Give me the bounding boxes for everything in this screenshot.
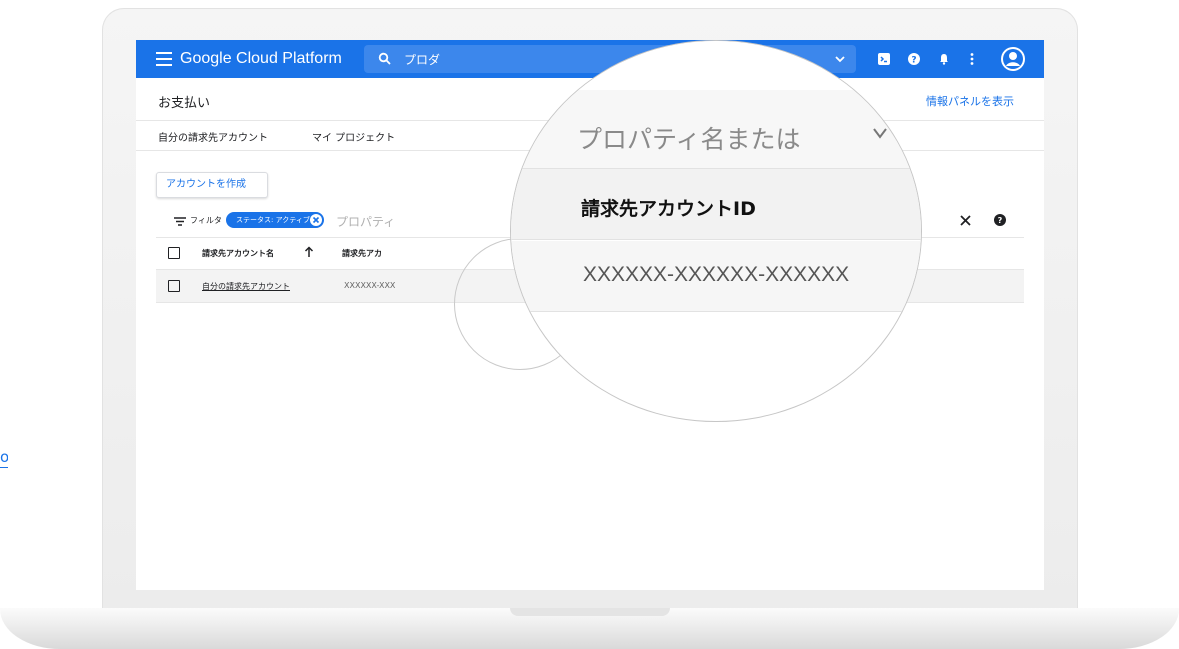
filter-chip-label: ステータス: アクティブ xyxy=(236,216,310,224)
account-name-link[interactable]: 自分の請求先アカウント xyxy=(202,281,290,292)
app-title[interactable]: Google Cloud Platform xyxy=(180,50,342,68)
laptop-screen: Google Cloud Platform プロダ ? お支払い 情報パネルを表… xyxy=(136,40,1044,590)
filter-label: フィルタ xyxy=(190,216,222,225)
magnified-column-header: 請求先アカウントID xyxy=(511,169,921,240)
magnified-top-area xyxy=(511,41,921,90)
search-input[interactable]: プロダ xyxy=(404,51,440,68)
search-icon xyxy=(378,52,391,65)
more-vert-icon[interactable] xyxy=(964,51,980,67)
chevron-down-icon xyxy=(873,128,887,139)
info-panel-link[interactable]: 情報パネルを表示 xyxy=(926,93,1014,109)
filter-chip[interactable]: ステータス: アクティブ xyxy=(226,212,324,228)
laptop-base xyxy=(0,608,1179,649)
row-checkbox[interactable] xyxy=(168,280,180,292)
magnified-account-id: XXXXXX-XXXXXX-XXXXXX xyxy=(583,263,850,286)
stray-link[interactable]: o xyxy=(0,449,8,468)
tab-my-billing-accounts[interactable]: 自分の請求先アカウント xyxy=(158,129,268,144)
notifications-bell-icon[interactable] xyxy=(936,51,952,67)
magnified-search-text: プロパティ名または xyxy=(577,125,801,154)
arrow-up-icon[interactable] xyxy=(304,246,314,258)
column-header-id[interactable]: 請求先アカ xyxy=(342,248,382,259)
magnified-filter-input: プロパティ名または xyxy=(511,90,921,169)
laptop-notch xyxy=(510,608,670,616)
filter-input[interactable]: プロパティ xyxy=(336,213,395,230)
clear-icon[interactable] xyxy=(960,215,971,226)
column-header-name[interactable]: 請求先アカウント名 xyxy=(202,248,274,259)
svg-text:?: ? xyxy=(998,216,1003,225)
create-account-button[interactable]: アカウントを作成 xyxy=(156,172,268,198)
magnifier-lens: プロパティ名または 請求先アカウントID XXXXXX-XXXXXX-XXXXX… xyxy=(510,40,922,422)
magnified-table-row: XXXXXX-XXXXXX-XXXXXX xyxy=(511,241,921,312)
help-icon[interactable]: ? xyxy=(994,214,1006,226)
magnified-column-header-text: 請求先アカウントID xyxy=(581,198,756,220)
tab-my-projects[interactable]: マイ プロジェクト xyxy=(312,129,395,144)
filter-icon[interactable] xyxy=(174,217,186,226)
select-all-checkbox[interactable] xyxy=(168,247,180,259)
avatar[interactable] xyxy=(1000,46,1026,72)
page-title: お支払い xyxy=(158,96,211,111)
account-id: XXXXXX-XXX xyxy=(344,281,396,290)
close-icon[interactable] xyxy=(310,214,322,226)
hamburger-menu-icon[interactable] xyxy=(156,52,172,66)
